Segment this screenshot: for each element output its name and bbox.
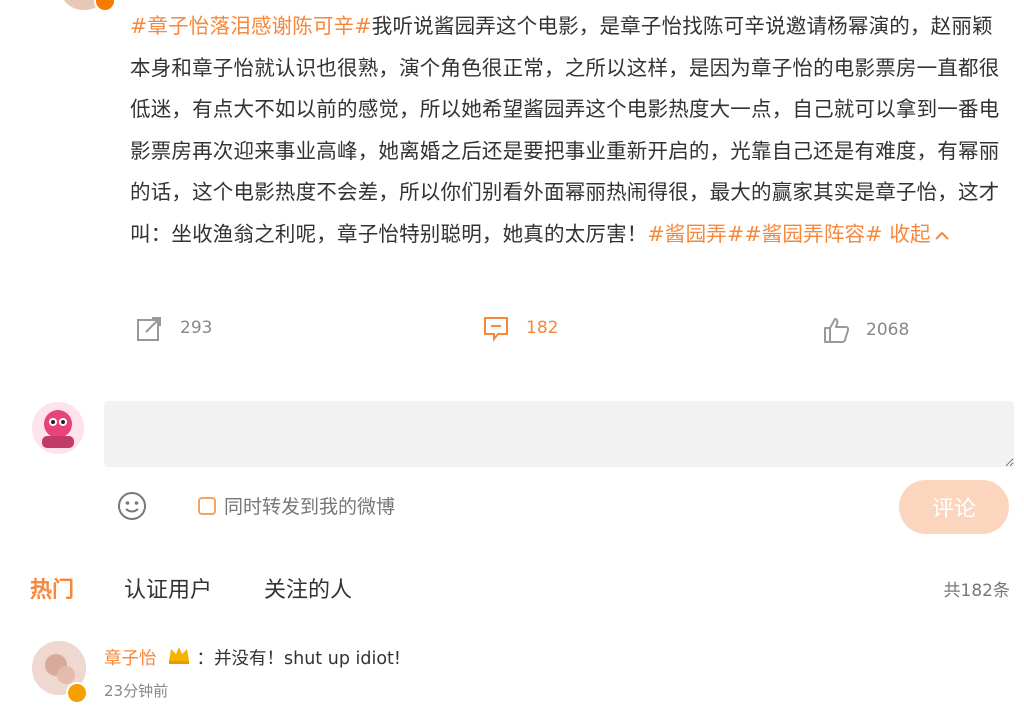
repost-checkbox[interactable] (198, 496, 216, 515)
comment-timestamp: 23分钟前 (104, 682, 169, 700)
emoji-button[interactable] (116, 490, 148, 522)
post-body-text: 我听说酱园弄这个电影，是章子怡找陈可辛说邀请杨幂演的，赵丽颖本身和章子怡就认识也… (130, 14, 1000, 246)
like-count: 2068 (866, 320, 910, 340)
comment-button[interactable]: 182 (482, 314, 558, 342)
topic-link[interactable]: #章子怡落泪感谢陈可辛# (130, 14, 372, 38)
comment-count: 182 (526, 318, 559, 338)
like-button[interactable]: 2068 (822, 316, 909, 344)
thumbs-up-icon (822, 316, 850, 344)
topic-link[interactable]: #酱园弄# (648, 222, 745, 246)
comment-total: 共182条 (943, 581, 1010, 601)
post-action-bar: 293 182 2068 (0, 314, 1024, 350)
chevron-up-icon (935, 214, 949, 256)
collapse-button[interactable]: 收起 (889, 221, 949, 246)
post-content: #章子怡落泪感谢陈可辛#我听说酱园弄这个电影，是章子怡找陈可辛说邀请杨幂演的，赵… (130, 6, 1010, 255)
topic-link[interactable]: #酱园弄阵容# (744, 222, 882, 246)
tab-verified-users[interactable]: 认证用户 (124, 572, 212, 604)
emoji-icon (116, 492, 148, 526)
collapse-label: 收起 (889, 221, 931, 246)
tab-following[interactable]: 关注的人 (264, 572, 352, 604)
comment-icon (482, 314, 510, 342)
submit-comment-button[interactable]: 评论 (899, 480, 1009, 534)
my-avatar[interactable] (32, 402, 84, 454)
comment-input[interactable] (104, 401, 1014, 467)
repost-button[interactable]: 293 (136, 314, 212, 342)
commenter-name[interactable]: 章子怡 (104, 645, 157, 670)
tab-hot[interactable]: 热门 (30, 572, 74, 604)
verified-badge-icon (94, 0, 116, 12)
crown-icon (167, 644, 191, 671)
repost-count: 293 (180, 318, 213, 338)
list-item: 章子怡 ：并没有！shut up idiot! (104, 644, 401, 671)
comment-text: ：并没有！shut up idiot! (196, 649, 401, 669)
verified-badge-icon (66, 682, 88, 704)
repost-to-weibo-option[interactable]: 同时转发到我的微博 (198, 492, 395, 519)
repost-option-label: 同时转发到我的微博 (224, 496, 396, 518)
repost-icon (136, 314, 164, 342)
